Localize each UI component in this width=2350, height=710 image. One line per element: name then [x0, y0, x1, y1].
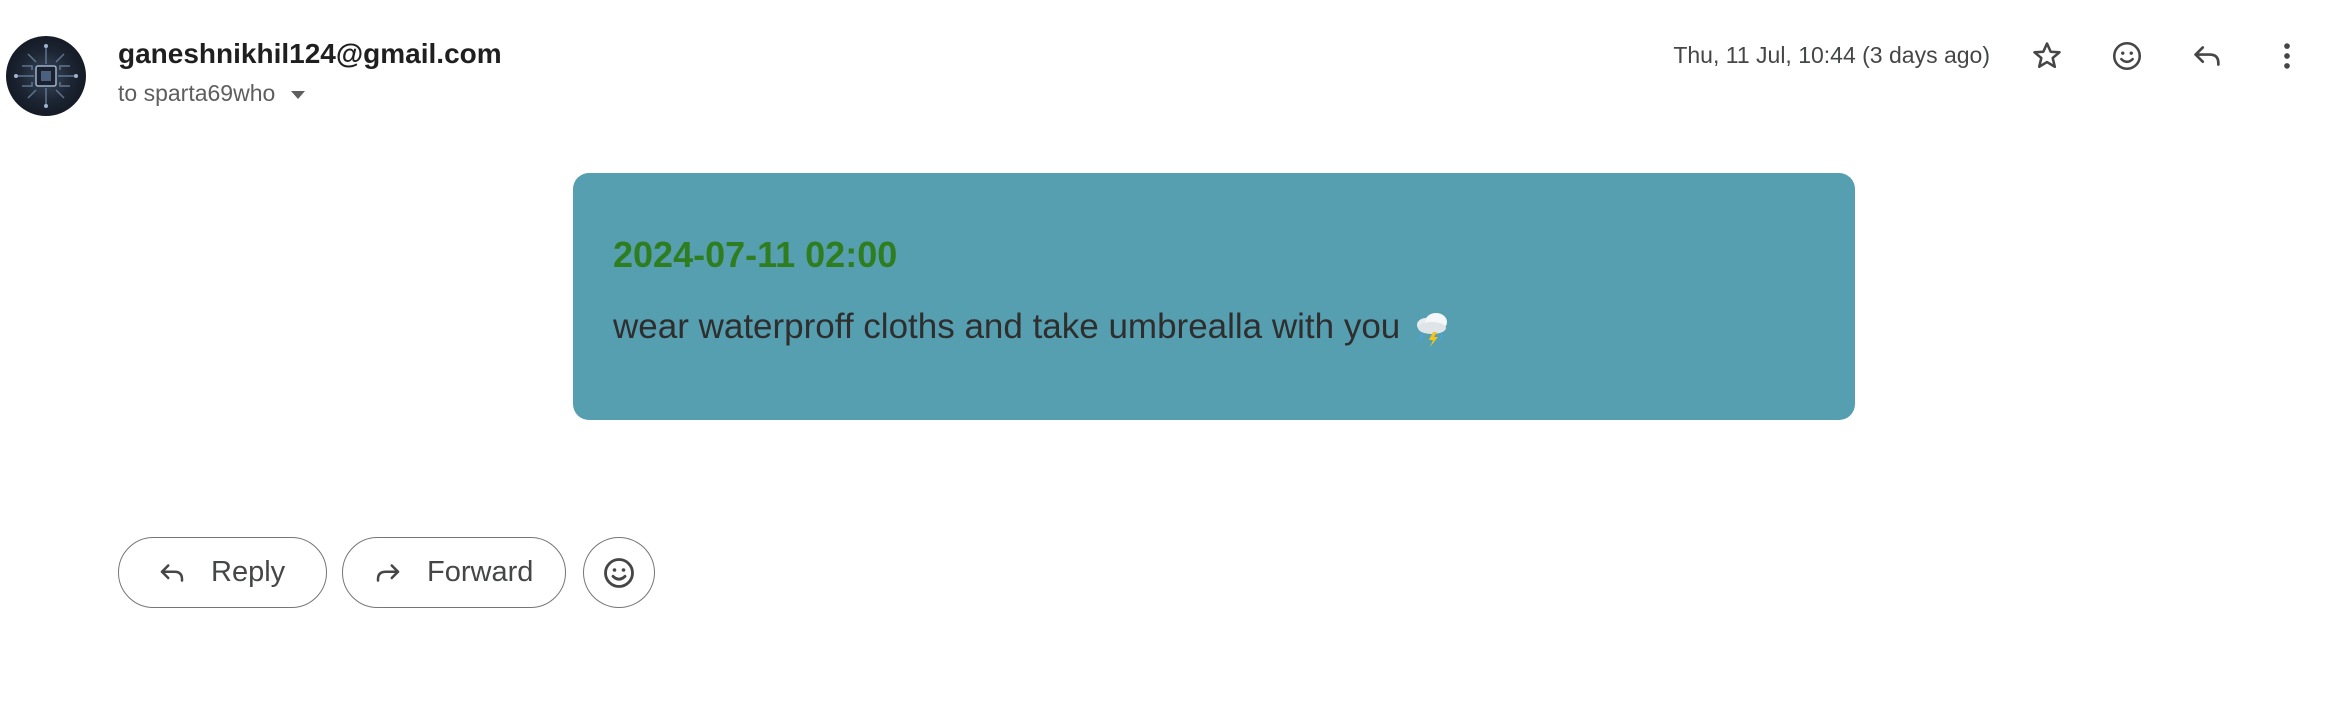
reply-icon[interactable] [2187, 36, 2227, 76]
message-body-line: wear waterproff cloths and take umbreall… [613, 305, 1815, 349]
storm-cloud-icon [1410, 305, 1454, 349]
message-heading: 2024-07-11 02:00 [613, 234, 898, 275]
sender-email[interactable]: ganeshnikhil124@gmail.com [118, 38, 502, 70]
add-reaction-button[interactable] [583, 537, 655, 608]
avatar[interactable] [6, 36, 86, 116]
more-vertical-icon[interactable] [2267, 36, 2307, 76]
forward-button-label: Forward [427, 556, 534, 588]
circuit-avatar-icon [14, 44, 78, 108]
reply-arrow-icon [160, 563, 184, 582]
message-body: wear waterproff cloths and take umbreall… [613, 306, 1401, 346]
forward-button[interactable]: Forward [342, 537, 566, 608]
reply-button[interactable]: Reply [118, 537, 327, 608]
emoji-icon[interactable] [2107, 36, 2147, 76]
recipient-details[interactable]: to sparta69who [118, 80, 306, 107]
reply-button-label: Reply [211, 556, 286, 588]
message-card: 2024-07-11 02:00 wear waterproff cloths … [573, 173, 1855, 420]
forward-arrow-icon [376, 563, 400, 582]
message-date: Thu, 11 Jul, 10:44 (3 days ago) [1673, 42, 1990, 68]
chevron-down-icon[interactable] [291, 91, 306, 99]
emoji-icon [604, 557, 634, 588]
star-icon[interactable] [2027, 36, 2067, 76]
recipient-label: to sparta69who [118, 80, 276, 106]
